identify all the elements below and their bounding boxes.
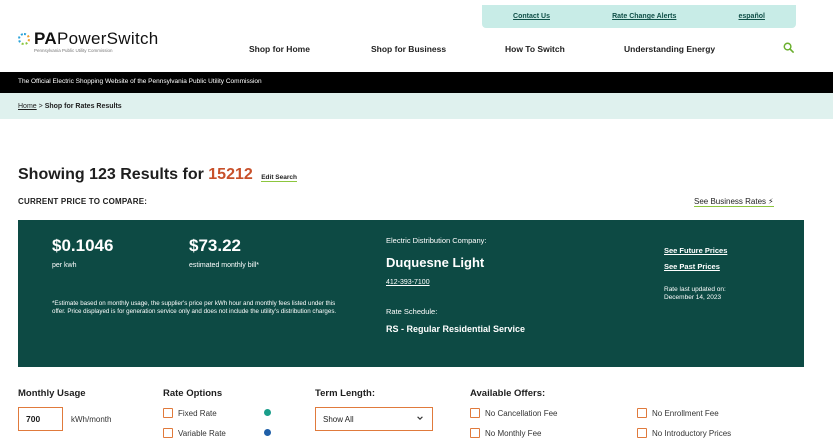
available-offers-label: Available Offers: bbox=[470, 388, 546, 399]
logo-mark-icon bbox=[18, 32, 30, 45]
rate-schedule-value: RS - Regular Residential Service bbox=[386, 324, 526, 334]
usage-unit-label: kWh/month bbox=[71, 415, 112, 424]
espanol-link[interactable]: español bbox=[739, 13, 765, 20]
variable-rate-dot-icon bbox=[264, 429, 271, 436]
breadcrumb-separator: > bbox=[38, 103, 43, 110]
no-cancellation-fee-label: No Cancellation Fee bbox=[485, 408, 558, 418]
variable-rate-checkbox[interactable] bbox=[163, 428, 173, 438]
monthly-bill: $73.22 bbox=[189, 236, 241, 255]
breadcrumb: Home > Shop for Rates Results bbox=[18, 103, 122, 110]
fixed-rate-dot-icon bbox=[264, 409, 271, 416]
price-per-kwh: $0.1046 bbox=[52, 236, 114, 255]
no-monthly-fee-option[interactable]: No Monthly Fee bbox=[470, 428, 541, 438]
no-cancellation-fee-option[interactable]: No Cancellation Fee bbox=[470, 408, 557, 418]
see-business-rates-label: See Business Rates bbox=[694, 197, 767, 206]
nav-how-to-switch[interactable]: How To Switch bbox=[505, 44, 565, 54]
official-site-banner: The Official Electric Shopping Website o… bbox=[0, 72, 833, 93]
no-monthly-fee-label: No Monthly Fee bbox=[485, 428, 542, 438]
see-business-rates-link[interactable]: See Business Rates ⚡ bbox=[694, 197, 774, 207]
rate-schedule-label: Rate Schedule: bbox=[386, 307, 438, 316]
monthly-usage-label: Monthly Usage bbox=[18, 388, 86, 399]
banner-text: The Official Electric Shopping Website o… bbox=[18, 78, 262, 85]
price-unit: per kwh bbox=[52, 262, 77, 269]
utility-nav: Contact Us Rate Change Alerts español bbox=[482, 5, 796, 28]
contact-us-link[interactable]: Contact Us bbox=[513, 13, 550, 20]
term-length-label: Term Length: bbox=[315, 388, 375, 399]
rate-options-label: Rate Options bbox=[163, 388, 223, 399]
variable-rate-option[interactable]: Variable Rate bbox=[163, 428, 226, 438]
nav-shop-for-business[interactable]: Shop for Business bbox=[371, 44, 446, 54]
no-introductory-prices-option[interactable]: No Introductory Prices bbox=[637, 428, 731, 438]
see-past-prices-link[interactable]: See Past Prices bbox=[664, 262, 720, 271]
edc-label: Electric Distribution Company: bbox=[386, 236, 487, 245]
no-enrollment-fee-checkbox[interactable] bbox=[637, 408, 647, 418]
chevron-down-icon bbox=[417, 416, 423, 420]
term-selected-value: Show All bbox=[323, 415, 354, 424]
results-count-text: Showing 123 Results for bbox=[18, 166, 204, 183]
results-zip: 15212 bbox=[208, 166, 253, 183]
fixed-rate-option[interactable]: Fixed Rate bbox=[163, 408, 217, 418]
edc-name: Duquesne Light bbox=[386, 255, 485, 270]
variable-rate-label: Variable Rate bbox=[178, 428, 226, 438]
monthly-bill-label: estimated monthly bill* bbox=[189, 262, 260, 269]
edit-search-link[interactable]: Edit Search bbox=[261, 174, 297, 182]
rate-change-alerts-link[interactable]: Rate Change Alerts bbox=[612, 13, 676, 20]
no-monthly-fee-checkbox[interactable] bbox=[470, 428, 480, 438]
lightning-bolt-icon: ⚡ bbox=[768, 197, 774, 206]
no-cancellation-fee-checkbox[interactable] bbox=[470, 408, 480, 418]
breadcrumb-home-link[interactable]: Home bbox=[18, 103, 37, 110]
search-icon[interactable] bbox=[783, 42, 794, 53]
fixed-rate-checkbox[interactable] bbox=[163, 408, 173, 418]
main-nav: Shop for Home Shop for Business How To S… bbox=[0, 44, 833, 58]
no-introductory-prices-checkbox[interactable] bbox=[637, 428, 647, 438]
nav-understanding-energy[interactable]: Understanding Energy bbox=[624, 44, 715, 54]
no-enrollment-fee-option[interactable]: No Enrollment Fee bbox=[637, 408, 719, 418]
nav-shop-for-home[interactable]: Shop for Home bbox=[249, 44, 310, 54]
last-updated-date: December 14, 2023 bbox=[664, 294, 722, 301]
edc-phone-link[interactable]: 412-393-7100 bbox=[386, 279, 430, 286]
term-length-select[interactable]: Show All bbox=[315, 407, 433, 431]
price-to-compare-panel: $0.1046 per kwh $73.22 estimated monthly… bbox=[18, 220, 804, 367]
price-disclaimer: *Estimate based on monthly usage, the su… bbox=[52, 300, 337, 315]
results-title: Showing 123 Results for 15212 Edit Searc… bbox=[18, 166, 297, 184]
last-updated-label: Rate last updated on: bbox=[664, 286, 726, 293]
monthly-usage-input[interactable]: 700 bbox=[18, 407, 63, 431]
fixed-rate-label: Fixed Rate bbox=[178, 408, 217, 418]
breadcrumb-current: Shop for Rates Results bbox=[44, 103, 122, 110]
see-future-prices-link[interactable]: See Future Prices bbox=[664, 246, 727, 255]
no-enrollment-fee-label: No Enrollment Fee bbox=[652, 408, 719, 418]
no-introductory-prices-label: No Introductory Prices bbox=[652, 428, 732, 438]
price-to-compare-heading: CURRENT PRICE TO COMPARE: bbox=[18, 197, 148, 206]
breadcrumb-bar: Home > Shop for Rates Results bbox=[0, 93, 833, 119]
